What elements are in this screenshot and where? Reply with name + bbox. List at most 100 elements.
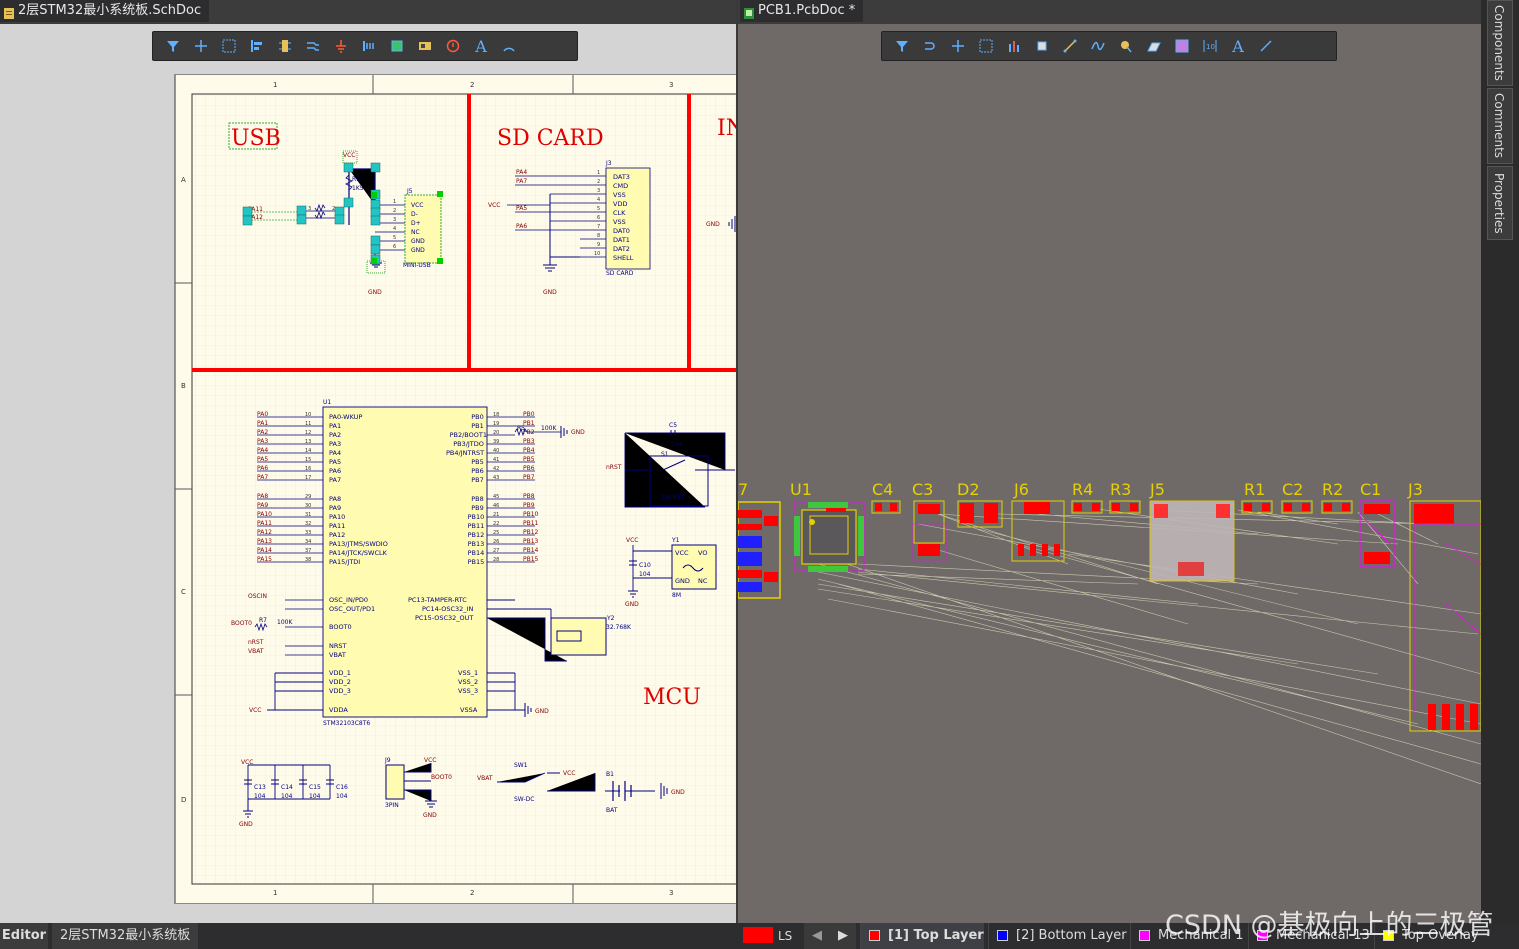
layer-prev-button[interactable]: ◀ bbox=[804, 923, 830, 949]
ground-icon[interactable] bbox=[327, 33, 355, 59]
mcu-r7-designator: R7 bbox=[259, 617, 267, 624]
place-part-icon[interactable] bbox=[271, 33, 299, 59]
no-erc-icon[interactable] bbox=[439, 33, 467, 59]
mcu-pin-label: PC13-TAMPER-RTC bbox=[408, 596, 467, 604]
y2-designator: Y2 bbox=[606, 615, 615, 622]
usb-j5-name: MINI-USB bbox=[403, 262, 431, 269]
tab-properties[interactable]: Properties bbox=[1487, 166, 1513, 240]
cap-label: C13 bbox=[254, 784, 266, 791]
sd-gnd-label: GND bbox=[543, 289, 557, 296]
mcu-pin-label: VSS_2 bbox=[458, 678, 478, 686]
layer-tab[interactable]: [1] Top Layer bbox=[860, 923, 984, 949]
editor-label[interactable]: Editor bbox=[0, 923, 48, 949]
net-vbat: VBAT bbox=[248, 648, 264, 655]
tab-pcb[interactable]: PCB1.PcbDoc * bbox=[740, 0, 864, 22]
usb-pin-num: 4 bbox=[393, 226, 396, 232]
header-boot: BOOT0 bbox=[431, 774, 452, 781]
tab-schematic[interactable]: 2层STM32最小系统板.SchDoc bbox=[0, 0, 210, 22]
row-label-c: C bbox=[181, 588, 186, 596]
mcu-u1-designator: U1 bbox=[323, 399, 331, 406]
sd-pin-num: 5 bbox=[597, 206, 600, 212]
tab-components[interactable]: Components bbox=[1487, 0, 1513, 86]
pcb-editor[interactable]: 10 A 7 U1 C4 C3 D2 J6 R4 R3 J5 R1 C2 R2 … bbox=[738, 24, 1481, 923]
header-j9: J9 bbox=[384, 757, 391, 764]
sd-pin-label: DAT1 bbox=[613, 236, 630, 244]
usb-pin-num: 2 bbox=[393, 208, 396, 214]
cap-value: 104 bbox=[281, 793, 293, 800]
mcu-pin-label: PB11 bbox=[468, 522, 485, 530]
osc-gnd-label: GND bbox=[625, 601, 639, 608]
watermark: CSDN @基极向上的三极管 bbox=[1165, 910, 1494, 941]
net-oscin: OSCIN bbox=[248, 593, 267, 600]
sd-net-pa6: PA6 bbox=[516, 223, 527, 230]
mcu-pin-label: VSSA bbox=[460, 706, 478, 714]
osc-pin-label: GND bbox=[675, 577, 690, 585]
mcu-pin-label: PA11 bbox=[329, 522, 345, 530]
current-layer-swatch[interactable] bbox=[743, 927, 773, 943]
col-label-1: 1 bbox=[273, 81, 277, 89]
schematic-editor[interactable]: A 1 2 3 1 2 3 A B C D USB SD CARD IN MCU… bbox=[0, 24, 736, 923]
sd-pin-label: VSS bbox=[613, 191, 626, 199]
sd-pin-num: 2 bbox=[597, 179, 600, 185]
project-tab[interactable]: 2层STM32最小系统板 bbox=[52, 923, 199, 949]
usb-r2-label: 2 bbox=[332, 206, 335, 212]
mcu-pin-label: VDD_2 bbox=[329, 678, 351, 686]
header-vcc: VCC bbox=[424, 757, 436, 764]
mcu-pin-label: PB12 bbox=[468, 531, 485, 539]
text-icon[interactable]: A bbox=[467, 33, 495, 59]
port-icon[interactable] bbox=[355, 33, 383, 59]
tab-comments[interactable]: Comments bbox=[1487, 88, 1513, 164]
usb-pin-dminus: D- bbox=[411, 211, 418, 218]
pcb-designator: 7 bbox=[738, 480, 748, 499]
usb-pin-vcc: VCC bbox=[411, 202, 423, 209]
usb-pin-nc: NC bbox=[411, 229, 420, 236]
pcb-designator: J3 bbox=[1407, 480, 1423, 499]
pcb-designator: D2 bbox=[957, 480, 980, 499]
row-label-b: B bbox=[181, 382, 186, 390]
ls-label[interactable]: LS bbox=[778, 923, 792, 949]
partial-gnd-label: GND bbox=[706, 221, 720, 228]
place-bus-icon[interactable] bbox=[299, 33, 327, 59]
pcb-designator: J5 bbox=[1149, 480, 1165, 499]
mcu-pin-label: VSS_1 bbox=[458, 669, 478, 677]
align-icon[interactable] bbox=[243, 33, 271, 59]
usb-vcc-label: VCC bbox=[343, 152, 355, 159]
directive-icon[interactable] bbox=[411, 33, 439, 59]
layer-color-swatch bbox=[869, 930, 880, 941]
mcu-pin-label: PB0 bbox=[471, 413, 484, 421]
osc-vcc-label: VCC bbox=[626, 537, 638, 544]
osc-c10-designator: C10 bbox=[639, 562, 651, 569]
sd-pin-label: SHELL bbox=[613, 254, 634, 262]
sd-j3-designator: J3 bbox=[605, 160, 612, 167]
tab-schematic-label: 2层STM32最小系统板.SchDoc bbox=[18, 3, 202, 18]
net-boot0: BOOT0 bbox=[231, 620, 252, 627]
filter-icon[interactable] bbox=[159, 33, 187, 59]
mcu-pin-label: PB3/JTDO bbox=[453, 440, 484, 448]
pcb-designator: C2 bbox=[1282, 480, 1303, 499]
sd-pin-num: 1 bbox=[597, 170, 600, 176]
mcu-part-number: STM32103C8T6 bbox=[323, 720, 370, 727]
row-label-d: D bbox=[181, 796, 186, 804]
layer-next-button[interactable]: ▶ bbox=[830, 923, 856, 949]
reset-switch-name: SW-RST bbox=[661, 494, 685, 501]
layer-tab[interactable]: [2] Bottom Layer bbox=[988, 923, 1127, 949]
cap-value: 104 bbox=[254, 793, 266, 800]
mcu-pin-label: PA4 bbox=[329, 449, 341, 457]
cap-value: 104 bbox=[336, 793, 348, 800]
caps-gnd-label: GND bbox=[239, 821, 253, 828]
arc-icon[interactable] bbox=[495, 33, 523, 59]
sd-pin-label: DAT2 bbox=[613, 245, 630, 253]
pcb-partial-part bbox=[738, 501, 781, 599]
pcb-designator: R2 bbox=[1322, 480, 1343, 499]
mcu-r5-value: 100K bbox=[541, 425, 557, 432]
select-rect-icon[interactable] bbox=[215, 33, 243, 59]
pcb-u1-footprint bbox=[793, 501, 865, 572]
add-icon[interactable] bbox=[187, 33, 215, 59]
mcu-pin-label: VDD_3 bbox=[329, 687, 351, 695]
reset-c5-designator: C5 bbox=[669, 422, 677, 429]
col-label-2-bottom: 2 bbox=[470, 889, 474, 897]
section-title-mcu: MCU bbox=[643, 685, 701, 710]
sd-pin-num: 10 bbox=[594, 251, 600, 257]
sheet-symbol-icon[interactable] bbox=[383, 33, 411, 59]
osc-freq: 8M bbox=[672, 592, 681, 599]
